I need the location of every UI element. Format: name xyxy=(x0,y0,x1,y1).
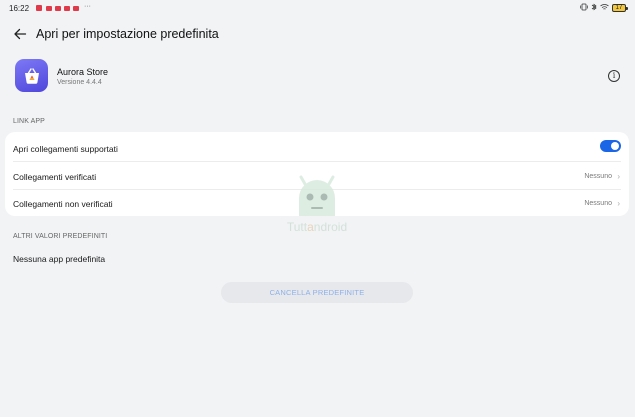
row-open-supported-links[interactable]: Apri collegamenti supportati xyxy=(5,134,629,161)
row-label: Collegamenti non verificati xyxy=(13,199,113,209)
notification-icon xyxy=(64,6,70,11)
clear-defaults-button[interactable]: CANCELLA PREDEFINITE xyxy=(221,282,413,303)
chevron-right-icon: › xyxy=(617,172,620,181)
chevron-right-icon: › xyxy=(617,199,620,208)
status-bar: 16:22 ··· 17 xyxy=(0,0,635,18)
back-arrow-icon[interactable] xyxy=(13,27,27,41)
info-icon[interactable]: i xyxy=(608,70,620,82)
watermark-text-left: Tutt xyxy=(286,220,308,234)
page-title: Apri per impostazione predefinita xyxy=(36,27,219,41)
app-name: Aurora Store xyxy=(57,67,109,77)
section-title-link-app: LINK APP xyxy=(13,118,45,125)
aurora-store-app-icon xyxy=(15,59,48,92)
no-default-app-text: Nessuna app predefinita xyxy=(13,254,106,264)
vibrate-icon xyxy=(580,3,588,13)
app-version: Versione 4.4.4 xyxy=(57,79,102,86)
open-supported-links-toggle[interactable] xyxy=(600,140,621,152)
bluetooth-icon xyxy=(591,3,597,13)
notification-icon xyxy=(46,6,52,11)
battery-icon: 17 xyxy=(612,4,628,12)
watermark-text-highlight: a xyxy=(307,220,314,234)
notification-icon xyxy=(55,6,61,11)
tuttoandroid-watermark: Tuttandroid xyxy=(272,172,362,236)
row-label: Collegamenti verificati xyxy=(13,172,97,182)
row-value: Nessuno xyxy=(584,173,612,180)
toggle-knob xyxy=(611,142,619,150)
status-time: 16:22 xyxy=(9,4,30,13)
notification-icon xyxy=(73,6,79,11)
watermark-text-right: ndroid xyxy=(313,220,348,234)
notification-icon xyxy=(36,5,42,11)
watermark-text: Tuttandroid xyxy=(272,220,362,234)
section-title-other-defaults: ALTRI VALORI PREDEFINITI xyxy=(13,233,108,240)
more-notifications-icon: ··· xyxy=(84,3,91,10)
row-value: Nessuno xyxy=(584,200,612,207)
row-label: Apri collegamenti supportati xyxy=(13,144,118,154)
system-icons: 17 xyxy=(580,3,628,13)
wifi-icon xyxy=(600,3,609,13)
